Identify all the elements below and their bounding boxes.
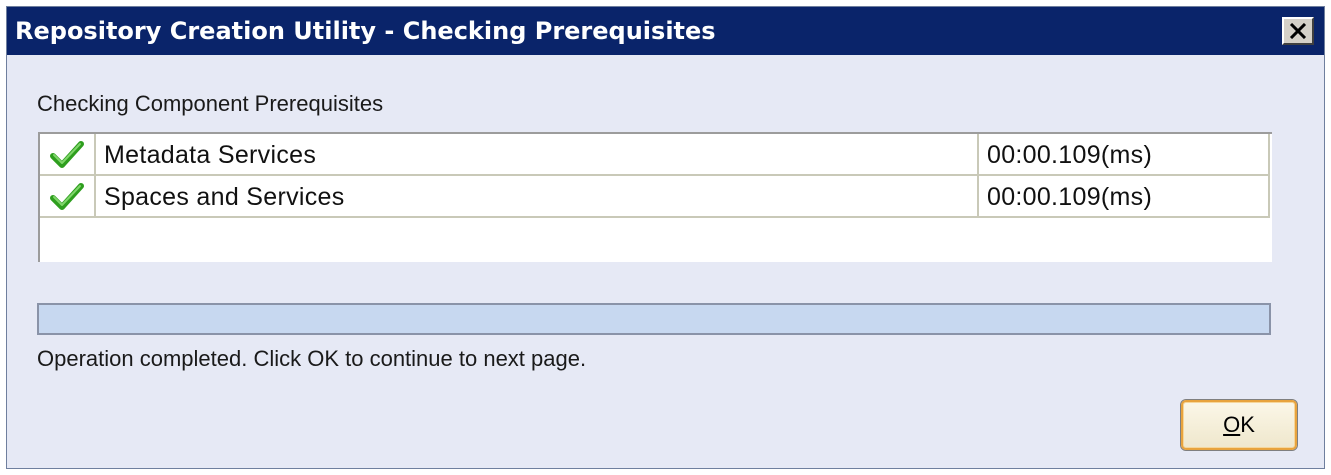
status-message: Operation completed. Click OK to continu…	[37, 346, 587, 371]
ok-button-label: OK	[1223, 412, 1255, 437]
elapsed-time: 00:00.109(ms)	[987, 183, 1153, 211]
elapsed-time-cell: 00:00.109(ms)	[979, 134, 1270, 176]
checkmark-icon	[50, 183, 84, 210]
elapsed-time-cell: 00:00.109(ms)	[979, 176, 1270, 218]
window-title: Repository Creation Utility - Checking P…	[15, 17, 716, 45]
status-cell	[40, 176, 96, 218]
table-row[interactable]: Spaces and Services 00:00.109(ms)	[40, 176, 1270, 218]
components-table: Metadata Services 00:00.109(ms) Spaces a…	[38, 132, 1272, 262]
progress-bar	[37, 303, 1271, 335]
close-button[interactable]	[1282, 17, 1314, 45]
component-name-cell: Spaces and Services	[96, 176, 979, 218]
section-label: Checking Component Prerequisites	[37, 91, 384, 116]
close-icon	[1289, 23, 1307, 39]
component-name-cell: Metadata Services	[96, 134, 979, 176]
checkmark-icon	[50, 141, 84, 168]
table-row[interactable]: Metadata Services 00:00.109(ms)	[40, 134, 1270, 176]
prerequisites-dialog: Repository Creation Utility - Checking P…	[6, 6, 1325, 469]
component-name: Metadata Services	[104, 141, 317, 169]
status-cell	[40, 134, 96, 176]
progress-fill	[39, 305, 1269, 333]
component-name: Spaces and Services	[104, 183, 345, 211]
title-bar[interactable]: Repository Creation Utility - Checking P…	[7, 7, 1324, 55]
ok-button[interactable]: OK	[1181, 400, 1297, 450]
elapsed-time: 00:00.109(ms)	[987, 141, 1153, 169]
ok-mnemonic: O	[1223, 412, 1241, 437]
